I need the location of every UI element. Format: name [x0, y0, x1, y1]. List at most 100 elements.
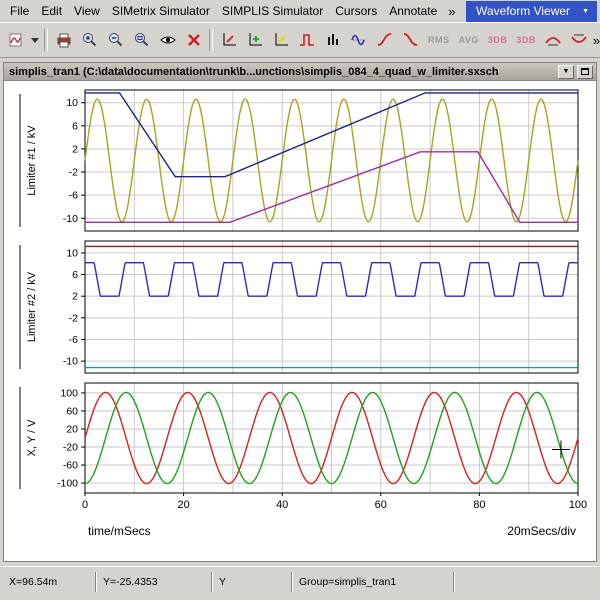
print-icon: [55, 31, 73, 49]
print-button[interactable]: [51, 28, 76, 53]
menu-overflow-chevron[interactable]: »: [443, 4, 460, 19]
chevron-down-icon: [31, 37, 39, 43]
fourier-button[interactable]: [320, 28, 345, 53]
add-curve-dropdown-button[interactable]: [29, 28, 41, 53]
x-tick-label: 40: [276, 499, 288, 511]
y-tick-label: 20: [66, 423, 78, 435]
y-tick-label: -6: [69, 190, 78, 202]
delete-cross-icon: [185, 31, 203, 49]
viewer-mode-select[interactable]: Waveform Viewer ▼: [466, 1, 597, 22]
edit-axis-button[interactable]: [216, 28, 241, 53]
waveform-viewer-app: File Edit View SIMetrix Simulator SIMPLI…: [0, 0, 600, 600]
y-tick-label: 10: [66, 97, 78, 109]
status-empty: [455, 571, 597, 593]
add-grid-button[interactable]: [268, 28, 293, 53]
y-tick-label: -10: [63, 356, 78, 368]
status-group: Group=simplis_tran1: [293, 571, 453, 593]
avg-button[interactable]: AVG: [455, 35, 483, 45]
status-y-value: Y=-25.4353: [97, 571, 211, 593]
toolbar-overflow-chevron[interactable]: »: [593, 33, 600, 48]
add-axis-icon: [246, 31, 264, 49]
toolbar-separator: [209, 29, 213, 51]
x-tick-label: 0: [82, 499, 88, 511]
chevron-down-icon: ▼: [563, 68, 570, 75]
y-tick-label: -2: [69, 312, 78, 324]
menu-view[interactable]: View: [68, 1, 106, 21]
y-tick-label: 6: [72, 120, 78, 132]
add-axis-button[interactable]: [242, 28, 267, 53]
status-bar: X=96.54m Y=-25.4353 Y Group=simplis_tran…: [0, 566, 600, 596]
x-axis-title: time/mSecs: [88, 524, 151, 538]
db3-button-2[interactable]: 3DB: [512, 35, 540, 45]
viewer-mode-label: Waveform Viewer: [476, 4, 570, 18]
plot-limiter2[interactable]: 10 6 2 -2 -6 -10 Limiter #2 / kV: [0, 240, 600, 374]
y-tick-label: -60: [63, 460, 78, 472]
menu-bar: File Edit View SIMetrix Simulator SIMPLI…: [0, 0, 600, 23]
add-curve-button[interactable]: [3, 28, 28, 53]
y-tick-label: 100: [60, 387, 78, 399]
y-axis-title: Limiter #1 / kV: [26, 125, 38, 196]
smooth-curve-button-2[interactable]: [398, 28, 423, 53]
edit-axis-icon: [220, 31, 238, 49]
y-tick-label: -20: [63, 442, 78, 454]
y-tick-label: -10: [63, 213, 78, 225]
window-menu-button[interactable]: ▼: [558, 65, 574, 79]
y-axis-title: Limiter #2 / kV: [26, 271, 38, 342]
x-tick-label: 100: [569, 499, 587, 511]
y-tick-label: -6: [69, 334, 78, 346]
delete-curve-button[interactable]: [181, 28, 206, 53]
eye-icon: [159, 31, 177, 49]
maximize-button[interactable]: [577, 65, 593, 79]
db3-button-1[interactable]: 3DB: [484, 35, 512, 45]
zoom-in-icon: [81, 31, 99, 49]
zoom-area-button[interactable]: [129, 28, 154, 53]
maximize-icon: [581, 68, 589, 75]
y-tick-label: -2: [69, 167, 78, 179]
plot-xy[interactable]: 100 60 20 -20 -60 -100 X, Y / V 0 20 40 60 80 100: [0, 382, 600, 519]
show-curve-button[interactable]: [155, 28, 180, 53]
y-axis-title: X, Y / V: [26, 419, 38, 457]
x-tick-label: 20: [177, 499, 189, 511]
menu-annotate[interactable]: Annotate: [383, 1, 443, 21]
graph-window-titlebar[interactable]: simplis_tran1 (C:\data\documentation\tru…: [3, 62, 597, 81]
y-tick-label: 6: [72, 269, 78, 281]
y-tick-label: 2: [72, 143, 78, 155]
curve-arrow-icon: [570, 31, 588, 49]
plot-limiter1[interactable]: 10 6 2 -2 -6 -10 Limiter #1 / kV: [0, 89, 600, 232]
curve-arrow-button-2[interactable]: [567, 28, 592, 53]
zoom-area-icon: [133, 31, 151, 49]
step-response-button[interactable]: [294, 28, 319, 53]
status-curve-name: Y: [213, 571, 291, 593]
x-tick-label: 80: [473, 499, 485, 511]
toolbar-separator: [44, 29, 48, 51]
fourier-bars-icon: [324, 31, 342, 49]
toolbar: RMS AVG 3DB 3DB »: [0, 23, 600, 58]
menu-simplis-simulator[interactable]: SIMPLIS Simulator: [216, 1, 329, 21]
y-tick-label: 10: [66, 247, 78, 259]
rms-button[interactable]: RMS: [424, 35, 454, 45]
per-division-label: 20mSecs/div: [507, 524, 576, 538]
measure-wave-icon: [350, 31, 368, 49]
zoom-in-button[interactable]: [77, 28, 102, 53]
add-grid-icon: [272, 31, 290, 49]
menu-file[interactable]: File: [4, 1, 35, 21]
menu-edit[interactable]: Edit: [35, 1, 68, 21]
curve-arrow-icon: [544, 31, 562, 49]
add-curve-icon: [7, 31, 25, 49]
x-tick-label: 60: [375, 499, 387, 511]
zoom-out-icon: [107, 31, 125, 49]
step-waveform-icon: [298, 31, 316, 49]
y-tick-label: 2: [72, 291, 78, 303]
menu-simetrix-simulator[interactable]: SIMetrix Simulator: [106, 1, 216, 21]
zoom-out-button[interactable]: [103, 28, 128, 53]
y-tick-label: -100: [57, 478, 78, 490]
status-x-value: X=96.54m: [3, 571, 95, 593]
smooth-curve-button-1[interactable]: [372, 28, 397, 53]
measure-wave-button[interactable]: [346, 28, 371, 53]
graph-window-title: simplis_tran1 (C:\data\documentation\tru…: [4, 66, 558, 78]
smooth-curve-icon: [402, 31, 420, 49]
curve-arrow-button-1[interactable]: [541, 28, 566, 53]
chevron-down-icon: ▼: [582, 8, 589, 15]
menu-cursors[interactable]: Cursors: [329, 1, 383, 21]
y-tick-label: 60: [66, 405, 78, 417]
